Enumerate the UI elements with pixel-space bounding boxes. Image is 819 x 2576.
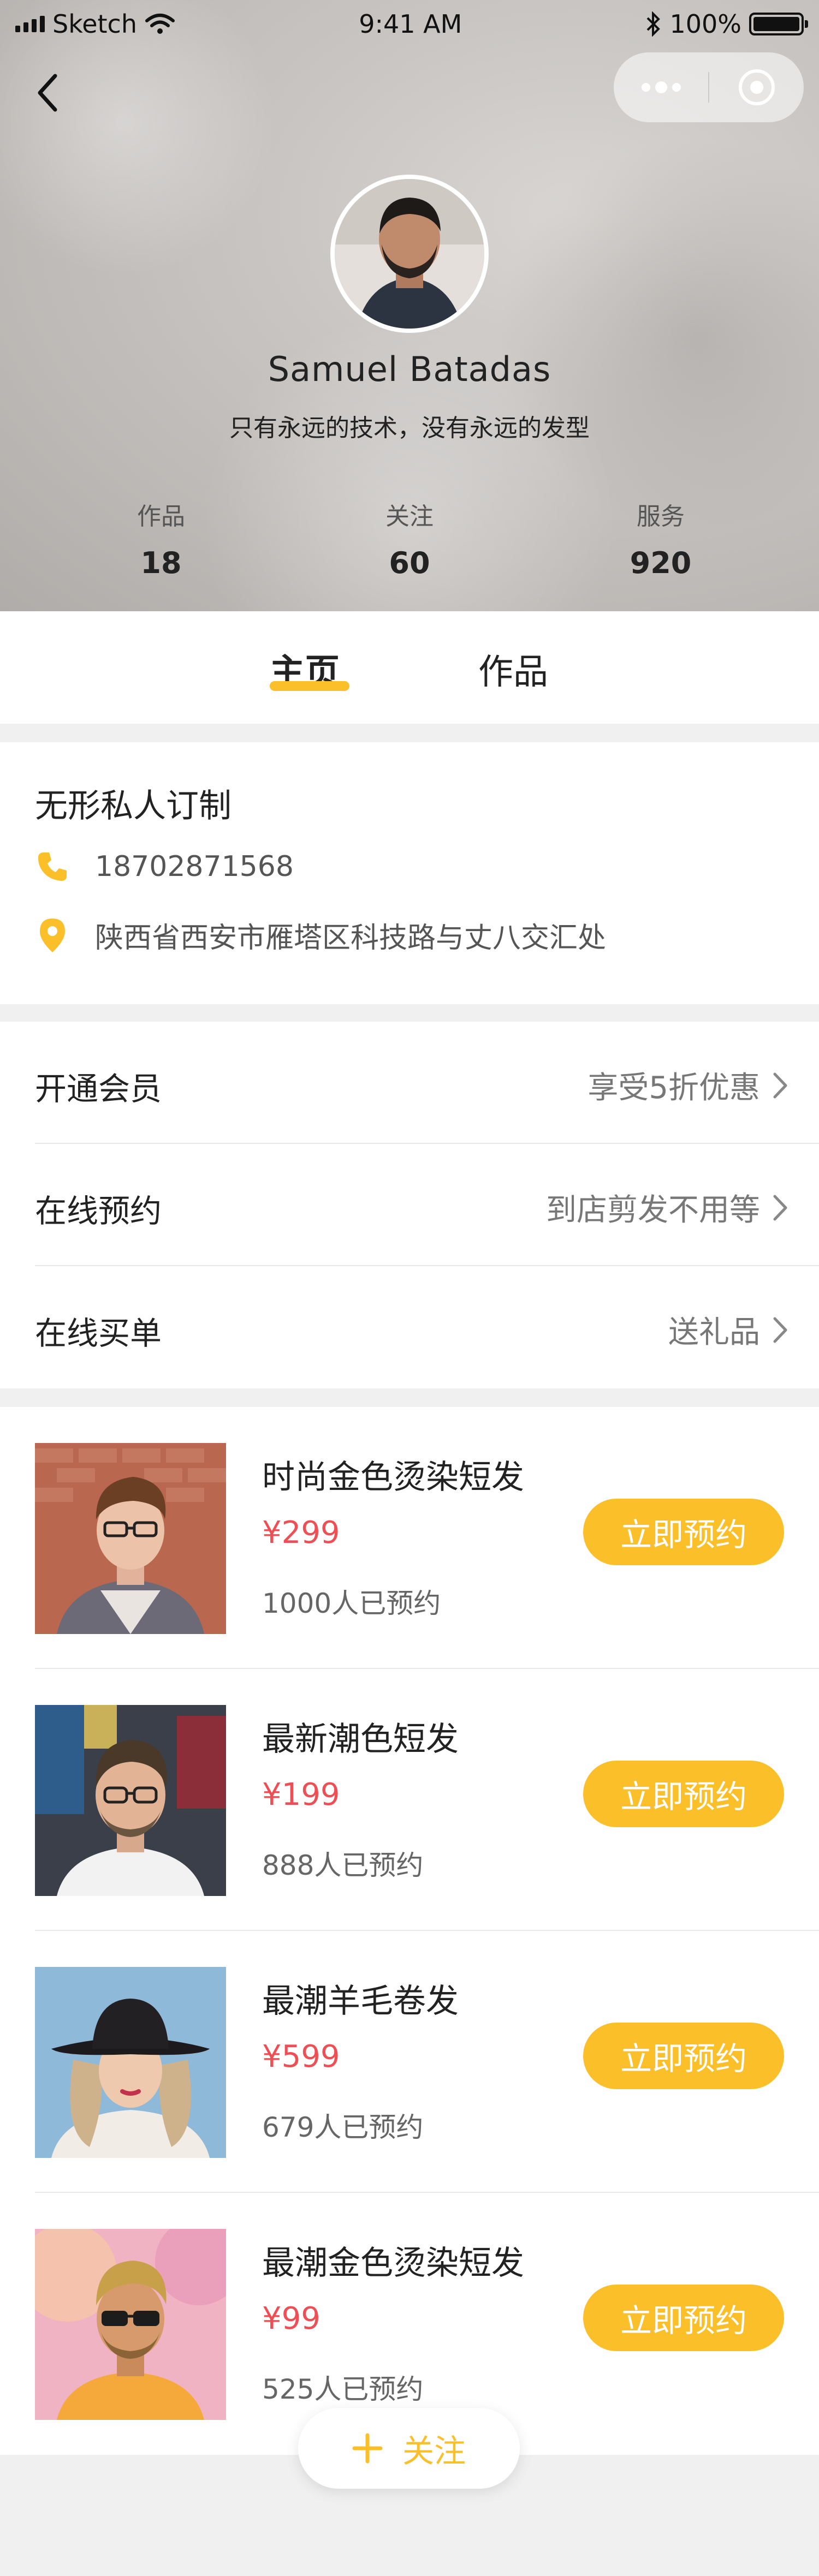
back-button[interactable] (28, 65, 67, 120)
product-image (35, 2229, 226, 2420)
menu-item-membership[interactable]: 开通会员 享受5折优惠 (35, 1022, 819, 1144)
carrier-label: Sketch (52, 9, 137, 39)
phone-row[interactable]: 18702871568 (35, 849, 294, 884)
location-pin-icon (35, 918, 70, 953)
active-tab-indicator (270, 681, 349, 691)
battery-icon (749, 13, 808, 35)
product-title: 最潮金色烫染短发 (262, 2244, 524, 2282)
list-item[interactable]: 最新潮色短发 ¥199 888人已预约 立即预约 (0, 1669, 819, 1931)
list-item[interactable]: 最潮羊毛卷发 ¥599 679人已预约 立即预约 (0, 1931, 819, 2193)
product-image (35, 1705, 226, 1896)
shop-name: 无形私人订制 (35, 787, 232, 825)
shop-address: 陕西省西安市雁塔区科技路与丈八交汇处 (95, 922, 607, 955)
profile-name: Samuel Batadas (268, 349, 551, 389)
product-price: ¥99 (262, 2301, 321, 2336)
menu-item-hint: 享受5折优惠 (587, 1070, 760, 1106)
menu-item-booking[interactable]: 在线预约 到店剪发不用等 (35, 1144, 819, 1266)
status-bar: Sketch 9:41 AM 100% (0, 0, 819, 48)
profile-motto: 只有永远的技术，没有永远的发型 (229, 414, 590, 442)
book-now-button[interactable]: 立即预约 (583, 1499, 784, 1565)
shop-info-card: 无形私人订制 18702871568 陕西省西安市雁塔区科技路与丈八交汇处 (0, 742, 819, 1004)
product-image (35, 1443, 226, 1634)
product-price: ¥199 (262, 1777, 340, 1812)
tab-works[interactable]: 作品 (478, 644, 548, 694)
product-list: 时尚金色烫染短发 ¥299 1000人已预约 立即预约 最新潮色短发 ¥199 … (0, 1407, 819, 2455)
list-item[interactable]: 时尚金色烫染短发 ¥299 1000人已预约 立即预约 (0, 1407, 819, 1669)
avatar[interactable] (330, 175, 489, 333)
stat-label: 作品 (137, 503, 185, 530)
stat-services[interactable]: 服务 920 (579, 497, 743, 580)
clock: 9:41 AM (359, 9, 462, 39)
product-booking-count: 888人已预约 (262, 1850, 424, 1881)
menu-item-hint: 到店剪发不用等 (546, 1192, 760, 1228)
phone-icon (35, 849, 70, 884)
product-booking-count: 1000人已预约 (262, 1588, 441, 1619)
stat-following[interactable]: 关注 60 (328, 497, 491, 580)
profile-header: Sketch 9:41 AM 100% Samuel Batadas 只有永远的… (0, 0, 819, 611)
menu-item-payment[interactable]: 在线买单 送礼品 (35, 1266, 819, 1388)
chevron-right-icon (773, 1317, 787, 1343)
stat-works[interactable]: 作品 18 (79, 497, 243, 580)
product-image (35, 1967, 226, 2158)
book-now-button[interactable]: 立即预约 (583, 2023, 784, 2089)
product-title: 时尚金色烫染短发 (262, 1458, 524, 1496)
tab-bar: 主页 作品 (0, 611, 819, 724)
profile-stats: 作品 18 关注 60 服务 920 (0, 497, 819, 580)
close-miniprogram-button[interactable] (709, 52, 804, 122)
menu-item-title: 在线预约 (35, 1192, 162, 1230)
miniprogram-capsule (614, 52, 804, 122)
phone-number: 18702871568 (95, 850, 294, 883)
product-booking-count: 679人已预约 (262, 2112, 424, 2143)
follow-button[interactable]: 关注 (298, 2408, 520, 2489)
product-booking-count: 525人已预约 (262, 2374, 424, 2405)
chevron-right-icon (773, 1195, 787, 1220)
product-title: 最潮羊毛卷发 (262, 1982, 459, 2020)
target-circle-icon (738, 69, 775, 105)
stat-value: 18 (140, 546, 182, 580)
book-now-button[interactable]: 立即预约 (583, 1761, 784, 1827)
menu-item-title: 开通会员 (35, 1070, 162, 1107)
book-now-button[interactable]: 立即预约 (583, 2285, 784, 2351)
follow-button-label: 关注 (402, 2432, 466, 2470)
stat-value: 920 (630, 546, 692, 580)
wifi-icon (145, 14, 175, 34)
menu-item-title: 在线买单 (35, 1315, 162, 1352)
product-title: 最新潮色短发 (262, 1720, 459, 1758)
bluetooth-icon (647, 11, 661, 37)
menu-item-hint: 送礼品 (668, 1315, 760, 1350)
product-price: ¥599 (262, 2039, 340, 2074)
stat-value: 60 (389, 546, 430, 580)
stat-label: 关注 (385, 503, 434, 530)
more-dots-icon (641, 81, 681, 93)
service-menu: 开通会员 享受5折优惠 在线预约 到店剪发不用等 在线买单 送礼品 (0, 1022, 819, 1388)
cellular-signal-icon (15, 16, 45, 32)
more-button[interactable] (614, 52, 708, 122)
chevron-left-icon (38, 74, 57, 112)
plus-icon (352, 2433, 383, 2464)
address-row[interactable]: 陕西省西安市雁塔区科技路与丈八交汇处 (35, 915, 606, 956)
chevron-right-icon (773, 1072, 787, 1098)
stat-label: 服务 (637, 503, 685, 530)
battery-percent: 100% (669, 9, 741, 39)
product-price: ¥299 (262, 1515, 340, 1551)
avatar-portrait-icon (335, 179, 484, 329)
